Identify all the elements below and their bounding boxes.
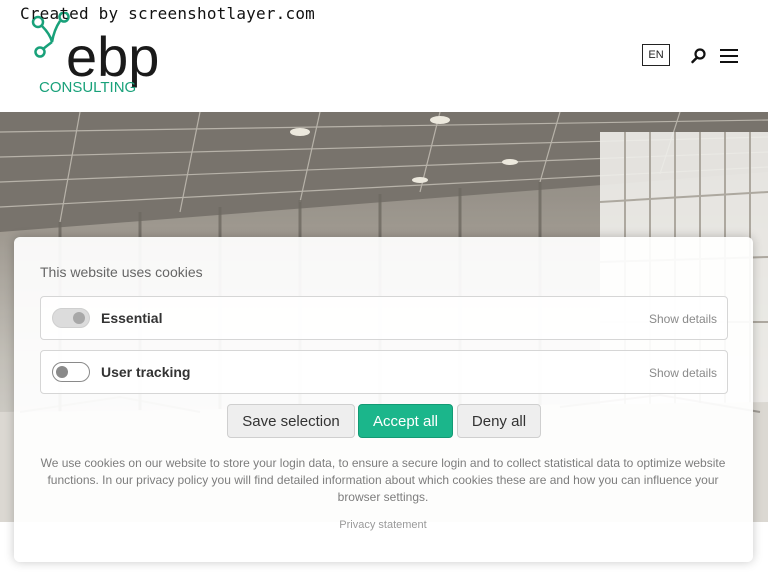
essential-show-details-link[interactable]: Show details (649, 312, 717, 326)
language-switcher[interactable]: EN (642, 44, 670, 66)
logo-subtitle: CONSULTING (39, 79, 136, 96)
cookie-dialog-title: This website uses cookies (40, 264, 203, 280)
deny-all-button[interactable]: Deny all (457, 404, 541, 438)
toggle-knob (73, 312, 85, 324)
accept-all-button[interactable]: Accept all (358, 404, 453, 438)
essential-toggle[interactable] (52, 308, 90, 328)
cookie-option-user-tracking: User tracking Show details (40, 350, 728, 394)
hamburger-menu-icon[interactable] (719, 47, 739, 65)
toggle-knob (56, 366, 68, 378)
user-tracking-toggle[interactable] (52, 362, 90, 382)
save-selection-button[interactable]: Save selection (227, 404, 355, 438)
logo-mark-icon: ebp CONSULTING (31, 11, 159, 96)
cookie-description: We use cookies on our website to store y… (40, 456, 726, 504)
search-icon[interactable] (690, 47, 708, 65)
user-tracking-label: User tracking (101, 364, 191, 380)
ebp-logo[interactable]: ebp CONSULTING (30, 11, 180, 96)
privacy-statement-link[interactable]: Privacy statement (40, 519, 726, 531)
user-tracking-show-details-link[interactable]: Show details (649, 366, 717, 380)
cookie-option-essential: Essential Show details (40, 296, 728, 340)
screenshot-watermark: Created by screenshotlayer.com (20, 4, 315, 23)
cookie-consent-dialog: This website uses cookies Essential Show… (14, 237, 753, 562)
essential-label: Essential (101, 310, 163, 326)
